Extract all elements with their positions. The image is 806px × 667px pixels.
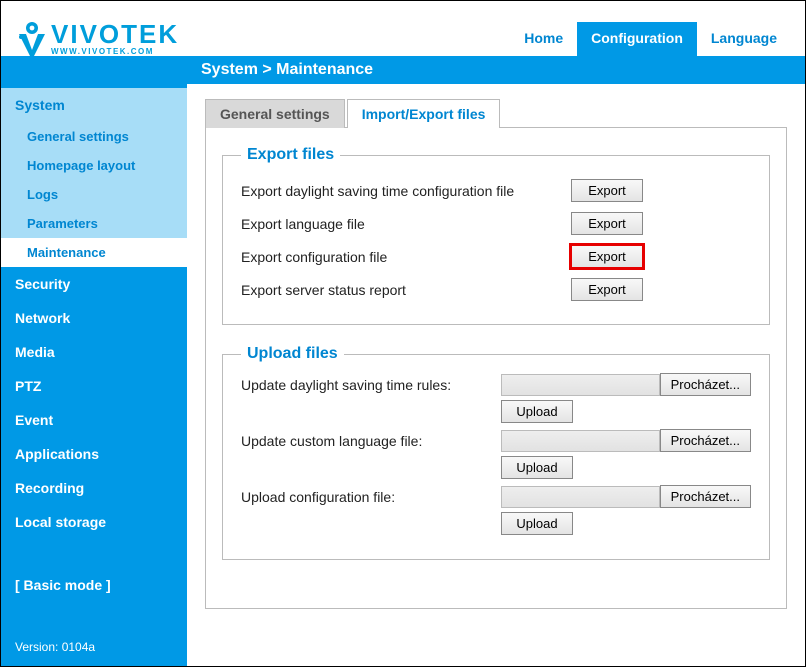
sidebar-sub-maintenance[interactable]: Maintenance [1,238,187,267]
upload-language-label: Update custom language file: [241,433,501,449]
sidebar-item-network[interactable]: Network [1,301,187,335]
breadcrumb: System > Maintenance [201,61,373,79]
nav-language[interactable]: Language [697,22,791,56]
sidebar-sub-general-settings[interactable]: General settings [1,122,187,151]
export-dst-label: Export daylight saving time configuratio… [241,183,571,199]
logo: VIVOTEK WWW.VIVOTEK.COM [15,20,179,56]
sidebar-item-applications[interactable]: Applications [1,437,187,471]
sidebar-sub-parameters[interactable]: Parameters [1,209,187,238]
version-label: Version: 0104a [1,628,187,666]
export-row-config: Export configuration file Export [241,240,751,273]
export-row-dst: Export daylight saving time configuratio… [241,174,751,207]
logo-text: VIVOTEK [51,21,179,47]
sidebar-item-local-storage[interactable]: Local storage [1,505,187,539]
upload-language-file-input[interactable] [501,430,660,452]
tab-import-export[interactable]: Import/Export files [347,99,501,128]
sidebar-item-recording[interactable]: Recording [1,471,187,505]
sidebar-item-system[interactable]: System [1,88,187,122]
upload-files-fieldset: Upload files Update daylight saving time… [222,345,770,560]
export-files-legend: Export files [241,146,340,164]
sidebar-item-event[interactable]: Event [1,403,187,437]
export-config-button[interactable]: Export [571,245,643,268]
upload-row-language: Update custom language file: Procházet..… [241,429,751,479]
sidebar-sub-homepage-layout[interactable]: Homepage layout [1,151,187,180]
nav-home[interactable]: Home [510,22,577,56]
upload-config-upload-button[interactable]: Upload [501,512,573,535]
top-nav: Home Configuration Language [510,22,791,56]
sidebar-item-security[interactable]: Security [1,267,187,301]
sidebar-item-media[interactable]: Media [1,335,187,369]
upload-dst-browse-button[interactable]: Procházet... [660,373,751,396]
export-files-fieldset: Export files Export daylight saving time… [222,146,770,325]
upload-language-browse-button[interactable]: Procházet... [660,429,751,452]
upload-dst-upload-button[interactable]: Upload [501,400,573,423]
upload-language-upload-button[interactable]: Upload [501,456,573,479]
logo-subtext: WWW.VIVOTEK.COM [51,48,179,56]
upload-dst-label: Update daylight saving time rules: [241,377,501,393]
export-dst-button[interactable]: Export [571,179,643,202]
sidebar-item-ptz[interactable]: PTZ [1,369,187,403]
nav-configuration[interactable]: Configuration [577,22,697,56]
upload-row-config: Upload configuration file: Procházet... … [241,485,751,535]
tab-row: General settings Import/Export files [205,98,787,128]
export-status-button[interactable]: Export [571,278,643,301]
sidebar-basic-mode[interactable]: [ Basic mode ] [1,568,187,602]
upload-files-legend: Upload files [241,345,344,363]
upload-dst-file-input[interactable] [501,374,660,396]
upload-config-file-input[interactable] [501,486,660,508]
tab-general-settings[interactable]: General settings [205,99,345,128]
export-status-label: Export server status report [241,282,571,298]
export-row-status: Export server status report Export [241,273,751,306]
upload-config-label: Upload configuration file: [241,489,501,505]
sidebar: System General settings Homepage layout … [1,84,187,666]
upload-config-browse-button[interactable]: Procházet... [660,485,751,508]
upload-row-dst: Update daylight saving time rules: Proch… [241,373,751,423]
export-language-button[interactable]: Export [571,212,643,235]
sidebar-sub-logs[interactable]: Logs [1,180,187,209]
export-row-language: Export language file Export [241,207,751,240]
export-config-label: Export configuration file [241,249,571,265]
export-language-label: Export language file [241,216,571,232]
